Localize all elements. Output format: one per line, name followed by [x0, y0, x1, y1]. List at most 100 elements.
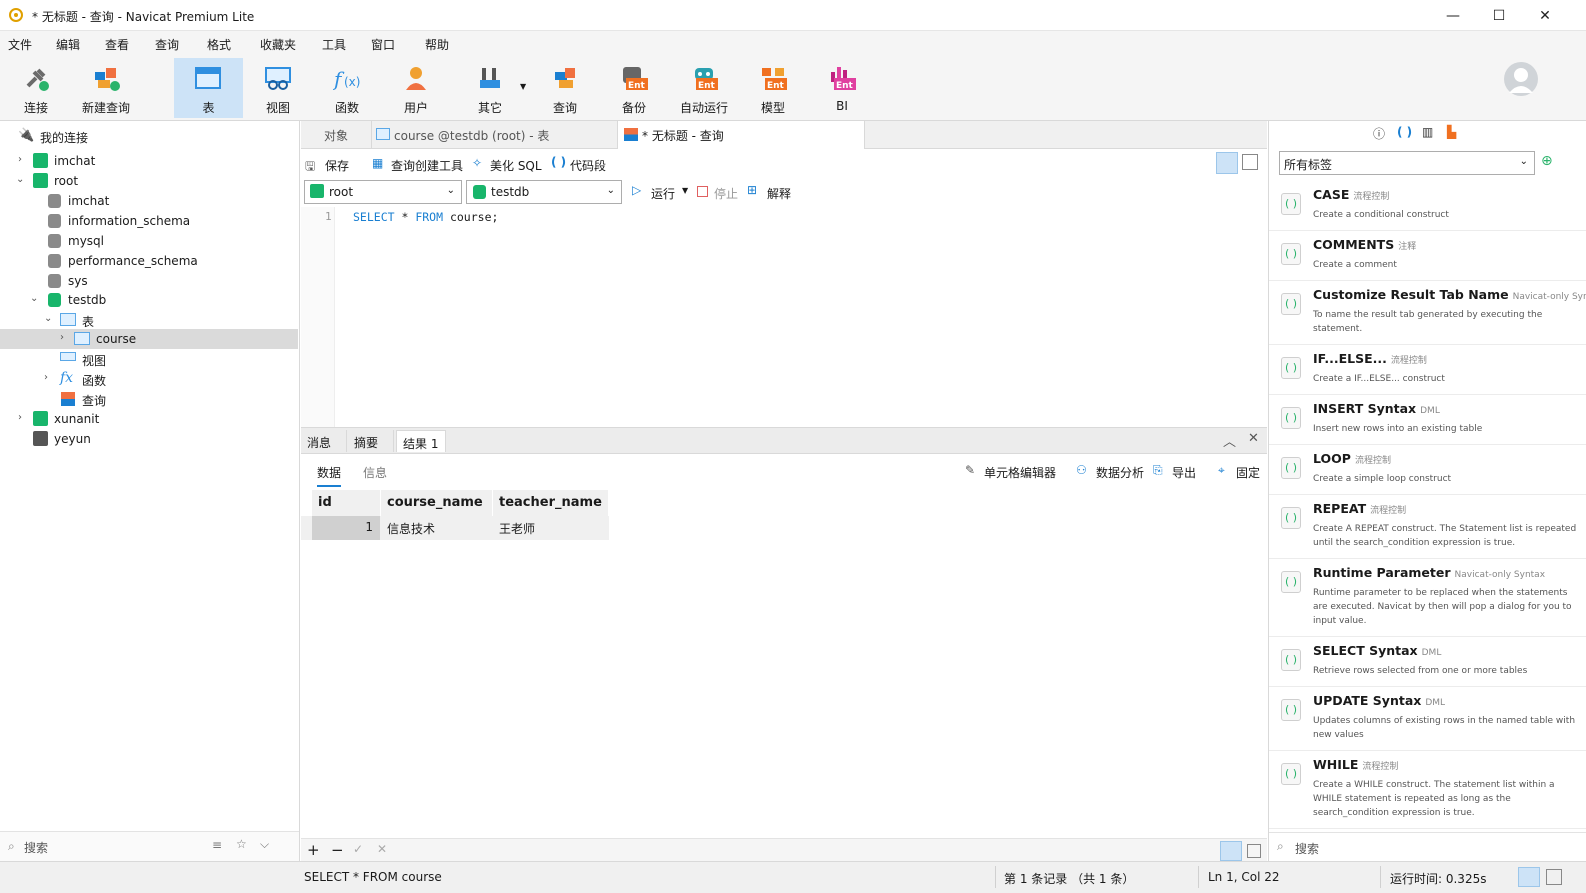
layout-side-icon[interactable]	[1242, 154, 1258, 170]
code-snippet-button[interactable]: 代码段	[570, 157, 606, 174]
avatar-icon[interactable]	[1503, 61, 1539, 97]
connection-select[interactable]: root ⌄	[304, 180, 462, 204]
column-header-course-name[interactable]: course_name	[381, 490, 493, 516]
discard-icon[interactable]: ✕	[377, 842, 387, 856]
bi-button[interactable]: Ent BI	[810, 58, 874, 118]
apply-icon[interactable]: ✓	[353, 842, 363, 856]
menu-help[interactable]: 帮助	[425, 36, 449, 53]
tree-item-queries[interactable]: 查询	[0, 389, 298, 409]
table-cell-teacher-name[interactable]: 王老师	[493, 516, 609, 540]
tree-item-functions[interactable]: › fx 函数	[0, 369, 298, 389]
snippet-tag-filter[interactable]: 所有标签 ⌄	[1279, 151, 1535, 175]
data-analysis-button[interactable]: 数据分析	[1096, 464, 1144, 481]
tree-item-db-imchat[interactable]: imchat	[0, 191, 298, 211]
tree-item-views[interactable]: 视图	[0, 349, 298, 369]
column-header-teacher-name[interactable]: teacher_name	[493, 490, 609, 516]
chevron-down-icon[interactable]: ▼	[682, 186, 688, 195]
table-button[interactable]: 表	[174, 58, 243, 118]
layout-stacked-icon[interactable]	[1216, 152, 1238, 174]
chevron-right-icon[interactable]: ›	[44, 372, 48, 383]
menu-view[interactable]: 查看	[105, 36, 129, 53]
chevron-right-icon[interactable]: ›	[18, 154, 22, 165]
toggle-left-pane-icon[interactable]	[1518, 867, 1540, 887]
new-query-button[interactable]: 新建查询	[74, 58, 138, 118]
table-cell-course-name[interactable]: 信息技术	[381, 516, 493, 540]
tree-item-db-performance-schema[interactable]: performance_schema	[0, 251, 298, 271]
snippet-item[interactable]: ( ) LOOP 流程控制 Create a simple loop construc…	[1269, 445, 1586, 495]
star-icon[interactable]: ☆	[236, 837, 247, 851]
tree-item-db-testdb[interactable]: ⌄ testdb	[0, 290, 298, 310]
chevron-down-icon[interactable]: ⌄	[44, 313, 52, 324]
tab-summary[interactable]: 摘要	[348, 430, 394, 452]
beautify-sql-button[interactable]: 美化 SQL	[490, 157, 542, 174]
snippet-icon[interactable]: ( )	[1397, 125, 1412, 139]
tab-course-table[interactable]: course @testdb (root) - 表	[371, 121, 617, 149]
run-button[interactable]: 运行	[651, 185, 675, 202]
other-button[interactable]: 其它 ▼	[458, 58, 526, 118]
form-view-icon[interactable]	[1247, 844, 1261, 858]
query-builder-button[interactable]: 查询创建工具	[391, 157, 463, 174]
columns-icon[interactable]: ▥	[1422, 125, 1433, 139]
save-button[interactable]: 保存	[325, 157, 349, 174]
automation-button[interactable]: Ent 自动运行	[672, 58, 736, 118]
query-button[interactable]: 查询	[533, 58, 597, 118]
snippet-item[interactable]: ( ) Customize Result Tab Name Navicat-only…	[1269, 281, 1586, 345]
chevron-down-icon[interactable]: ⌄	[16, 174, 24, 185]
tree-search-input[interactable]: 搜索	[24, 839, 48, 856]
snippet-item[interactable]: ( ) Runtime Parameter Navicat-only Syntax R…	[1269, 559, 1586, 637]
tree-item-imchat[interactable]: › imchat	[0, 151, 298, 171]
function-button[interactable]: f (x) 函数	[315, 58, 379, 118]
snippet-item[interactable]: ( ) UPDATE Syntax DML Updates columns of ex…	[1269, 687, 1586, 751]
menu-query[interactable]: 查询	[155, 36, 179, 53]
menu-window[interactable]: 窗口	[371, 36, 395, 53]
tab-untitled-query[interactable]: * 无标题 - 查询	[617, 121, 865, 149]
snippet-item[interactable]: ( ) WHILE 流程控制 Create a WHILE construct. Th…	[1269, 751, 1586, 829]
view-button[interactable]: 视图	[246, 58, 310, 118]
menu-tools[interactable]: 工具	[322, 36, 346, 53]
tree-item-xunanit[interactable]: › xunanit	[0, 409, 298, 429]
menu-file[interactable]: 文件	[8, 36, 32, 53]
close-button[interactable]: ✕	[1522, 0, 1568, 31]
connect-button[interactable]: 连接	[4, 58, 68, 118]
snippet-item[interactable]: ( ) INSERT Syntax DML Insert new rows into …	[1269, 395, 1586, 445]
tree-item-course[interactable]: › course	[0, 329, 298, 349]
backup-button[interactable]: Ent 备份	[602, 58, 666, 118]
tree-item-root[interactable]: ⌄ root	[0, 171, 298, 191]
tab-objects[interactable]: 对象	[301, 121, 371, 149]
user-button[interactable]: 用户	[384, 58, 448, 118]
chevron-down-icon[interactable]: ▼	[520, 82, 526, 91]
menu-favorites[interactable]: 收藏夹	[260, 36, 296, 53]
snippet-item[interactable]: ( ) IF...ELSE... 流程控制 Create a IF...ELSE...…	[1269, 345, 1586, 395]
chevron-right-icon[interactable]: ›	[60, 332, 64, 343]
model-button[interactable]: Ent 模型	[741, 58, 805, 118]
tree-item-tables[interactable]: ⌄ 表	[0, 310, 298, 330]
grid-view-icon[interactable]	[1220, 841, 1242, 861]
snippet-item[interactable]: ( ) CASE 流程控制 Create a conditional construc…	[1269, 181, 1586, 231]
info-icon[interactable]: ⓘ	[1373, 125, 1385, 142]
tree-item-yeyun[interactable]: yeyun	[0, 429, 298, 449]
column-header-id[interactable]: id	[312, 490, 381, 516]
snippet-item[interactable]: ( ) REPEAT 流程控制 Create A REPEAT construct. …	[1269, 495, 1586, 559]
pin-button[interactable]: 固定	[1236, 464, 1260, 481]
add-record-icon[interactable]: +	[307, 841, 320, 859]
tab-result-1[interactable]: 结果 1	[396, 430, 446, 452]
subtab-data[interactable]: 数据	[317, 464, 342, 487]
sql-editor[interactable]: 1 SELECT * FROM course;	[301, 207, 1267, 427]
export-button[interactable]: 导出	[1172, 464, 1196, 481]
close-pane-icon[interactable]: ✕	[1248, 431, 1259, 446]
chevron-down-icon[interactable]: ⌄	[30, 293, 38, 304]
stop-button[interactable]: 停止	[714, 185, 738, 202]
collapse-icon[interactable]: ⌵	[260, 837, 269, 852]
menu-edit[interactable]: 编辑	[56, 36, 80, 53]
tree-item-db-mysql[interactable]: mysql	[0, 231, 298, 251]
minimize-button[interactable]: —	[1430, 0, 1476, 31]
chart-icon[interactable]: ▙	[1447, 125, 1456, 139]
tab-messages[interactable]: 消息	[301, 430, 347, 452]
tree-item-db-sys[interactable]: sys	[0, 271, 298, 291]
collapse-pane-icon[interactable]: ︿	[1223, 431, 1236, 450]
table-cell-id[interactable]: 1	[312, 516, 380, 540]
tree-item-db-information-schema[interactable]: information_schema	[0, 211, 298, 231]
add-snippet-icon[interactable]: ⊕	[1541, 153, 1553, 169]
menu-format[interactable]: 格式	[207, 36, 231, 53]
database-select[interactable]: testdb ⌄	[466, 180, 622, 204]
